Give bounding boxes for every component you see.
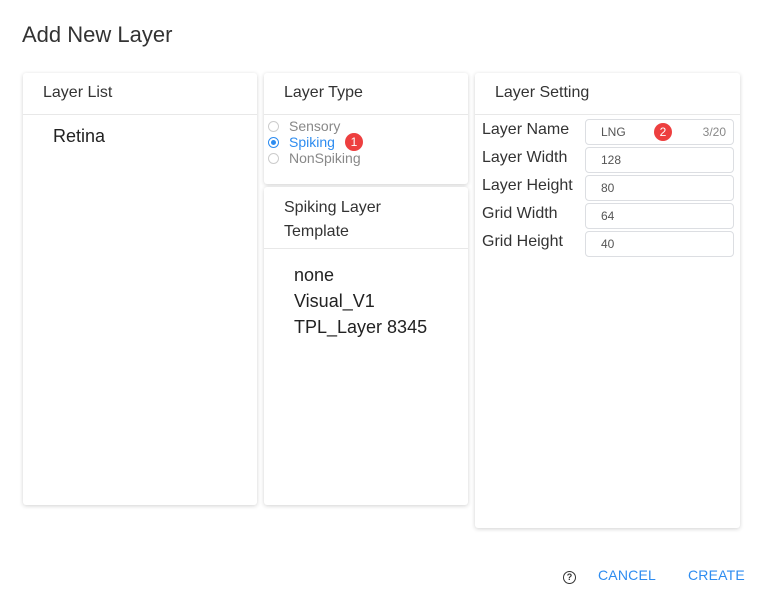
grid-height-input[interactable]: 40: [585, 231, 734, 257]
layer-width-input[interactable]: 128: [585, 147, 734, 173]
radio-label: NonSpiking: [289, 150, 361, 166]
char-counter: 3/20: [702, 125, 726, 139]
question-circle-icon[interactable]: ?: [563, 571, 576, 584]
field-label: Grid Width: [482, 205, 558, 222]
annotation-badge: 1: [344, 133, 363, 151]
cancel-button[interactable]: CANCEL: [598, 567, 656, 583]
field-layer-name: Layer Name LNG 2 3/20: [482, 119, 734, 145]
field-label: Layer Width: [482, 149, 568, 166]
field-label: Grid Height: [482, 233, 563, 250]
field-layer-height: Layer Height 80: [482, 175, 734, 201]
create-button[interactable]: CREATE: [688, 567, 745, 583]
template-panel: Spiking Layer Template none Visual_V1 TP…: [264, 187, 468, 505]
field-grid-width: Grid Width 64: [482, 203, 734, 229]
radio-circle[interactable]: [268, 136, 279, 148]
layer-setting-panel: Layer Setting Layer Name LNG 2 3/20 Laye…: [475, 73, 740, 528]
input-value: 40: [601, 237, 615, 251]
radio-sensory[interactable]: Sensory: [268, 118, 340, 134]
layer-list-panel: Layer List Retina: [23, 73, 257, 505]
template-item-visual-v1[interactable]: Visual_V1: [294, 288, 427, 314]
template-item-none[interactable]: none: [294, 262, 427, 288]
radio-spiking[interactable]: Spiking 1: [268, 133, 363, 151]
template-header: Spiking Layer Template: [264, 187, 468, 249]
dialog-title: Add New Layer: [22, 22, 173, 47]
radio-circle[interactable]: [268, 120, 279, 132]
layer-type-panel: Layer Type Sensory Spiking 1 NonSpiking: [264, 73, 468, 184]
layer-name-input[interactable]: LNG 2 3/20: [585, 119, 734, 145]
layer-height-input[interactable]: 80: [585, 175, 734, 201]
layer-type-header: Layer Type: [264, 73, 468, 115]
radio-label: Sensory: [289, 118, 341, 134]
input-value: 64: [601, 209, 615, 223]
template-item-tpl-layer[interactable]: TPL_Layer 8345: [294, 314, 427, 340]
radio-label: Spiking: [289, 134, 335, 150]
radio-circle[interactable]: [268, 152, 279, 164]
layer-list-item-retina[interactable]: Retina: [53, 126, 105, 147]
grid-width-input[interactable]: 64: [585, 203, 734, 229]
annotation-badge: 2: [654, 123, 672, 141]
input-value: 80: [601, 181, 615, 195]
field-label: Layer Height: [482, 177, 573, 194]
radio-nonspiking[interactable]: NonSpiking: [268, 150, 361, 166]
template-list: none Visual_V1 TPL_Layer 8345: [294, 262, 427, 340]
template-header-line2: Template: [284, 223, 349, 240]
input-value: LNG: [601, 125, 626, 139]
input-value: 128: [601, 153, 622, 167]
layer-setting-header: Layer Setting: [475, 73, 740, 115]
field-label: Layer Name: [482, 121, 570, 138]
layer-list-header: Layer List: [23, 73, 257, 115]
field-grid-height: Grid Height 40: [482, 231, 734, 257]
field-layer-width: Layer Width 128: [482, 147, 734, 173]
template-header-line1: Spiking Layer: [284, 199, 381, 216]
